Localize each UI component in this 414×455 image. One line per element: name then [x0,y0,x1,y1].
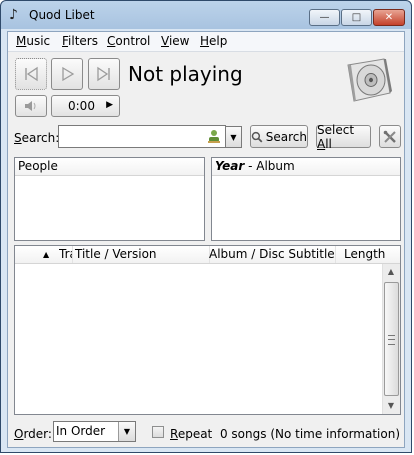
chevron-down-icon: ▼ [118,422,135,441]
menu-bar: Music Filters Control View Help [8,32,404,52]
album-pane[interactable]: Year - Album [211,157,401,241]
minimize-icon: — [319,12,330,23]
sort-up-icon: ▲ [43,250,50,259]
search-history-dropdown[interactable]: ▼ [226,126,242,148]
repeat-label-accel: R [170,427,178,441]
menu-view-accel: V [161,34,169,48]
column-length[interactable]: Length [336,246,400,263]
column-track-label: Track [59,247,72,261]
speaker-icon [25,101,36,111]
song-list-scrollbar[interactable]: ▲ ▼ [382,264,400,414]
app-icon: ♪ [9,7,18,23]
column-album-label: Album / Disc Subtitle [209,247,335,261]
select-all-label: Select All [317,123,370,151]
menu-view[interactable]: View [161,34,189,48]
column-title[interactable]: Title / Version [73,246,210,263]
previous-button[interactable] [15,58,47,90]
menu-filters[interactable]: Filters [62,34,98,48]
search-label-accel: S [14,131,22,145]
previous-icon [25,66,38,82]
menu-help[interactable]: Help [200,34,227,48]
menu-help-accel: H [200,34,210,48]
select-all-rest: ll [325,136,332,151]
search-label: Search: [14,131,59,145]
search-button[interactable]: Search [250,125,308,148]
order-select[interactable]: In Order ▼ [53,421,136,442]
column-length-label: Length [344,247,386,261]
album-header-label: - Album [244,159,295,173]
menu-control-label: ontrol [115,34,151,48]
column-album[interactable]: Album / Disc Subtitle [209,246,336,263]
repeat-checkbox[interactable] [152,426,164,438]
minimize-button[interactable]: — [309,9,340,26]
close-button[interactable]: ✕ [373,9,405,26]
column-track[interactable]: ▲ Track [15,246,73,263]
menu-control[interactable]: Control [107,34,150,48]
play-button[interactable] [51,58,83,90]
menu-help-label: elp [209,34,228,48]
grip-icon [388,335,395,345]
menu-music-accel: M [16,34,27,48]
column-title-label: Title / Version [75,247,157,261]
next-icon [97,66,110,82]
album-header-year: Year [215,159,245,173]
title-bar[interactable]: ♪ Quod Libet — □ ✕ [1,1,411,31]
seek-button[interactable]: 0:00 ▶ [51,95,120,117]
select-all-button[interactable]: Select All [316,123,371,151]
seek-arrow-icon: ▶ [106,100,113,110]
person-icon [208,130,220,143]
menu-view-label: iew [168,34,190,48]
volume-button[interactable] [15,95,47,117]
play-icon [62,66,75,82]
chevron-down-icon: ▼ [230,132,237,142]
order-label-text: rder: [23,427,52,441]
song-count-status: 0 songs (No time information) [219,427,400,441]
preferences-button[interactable] [379,125,401,148]
tools-icon [383,130,396,143]
search-input[interactable] [58,125,226,148]
select-all-prefix: Select [317,122,355,137]
main-window: ♪ Quod Libet — □ ✕ Music Filters Control… [0,0,412,453]
close-icon: ✕ [384,12,394,23]
maximize-icon: □ [351,12,362,23]
menu-music[interactable]: Music [16,34,50,48]
order-select-value: In Order [56,424,106,438]
people-pane[interactable]: People [14,157,205,241]
now-playing-label: Not playing [128,62,243,86]
album-pane-header[interactable]: Year - Album [212,158,400,176]
search-button-label: Search [265,129,307,144]
repeat-label-text: epeat [177,427,213,441]
people-pane-header[interactable]: People [15,158,204,176]
select-all-accel: A [317,136,326,151]
window-title: Quod Libet [29,8,95,22]
search-label-text: earch: [21,131,60,145]
cd-case-icon [347,58,392,102]
magnifier-icon [251,131,263,143]
maximize-button[interactable]: □ [341,9,372,26]
scroll-thumb[interactable] [384,282,399,396]
client-area: Music Filters Control View Help Not play… [7,31,405,448]
order-label: Order: [14,427,52,441]
menu-music-label: usic [26,34,51,48]
song-list[interactable]: ▲ Track Title / Version Album / Disc Sub… [14,245,401,415]
next-button[interactable] [88,58,120,90]
song-list-header: ▲ Track Title / Version Album / Disc Sub… [15,246,400,264]
scroll-down-icon[interactable]: ▼ [383,398,399,414]
album-cover [344,57,394,103]
menu-filters-label: ilters [68,34,98,48]
scroll-up-icon[interactable]: ▲ [383,264,399,280]
seek-position: 0:00 [68,99,95,113]
repeat-label[interactable]: Repeat [170,427,212,441]
people-header-label: People [18,159,58,173]
